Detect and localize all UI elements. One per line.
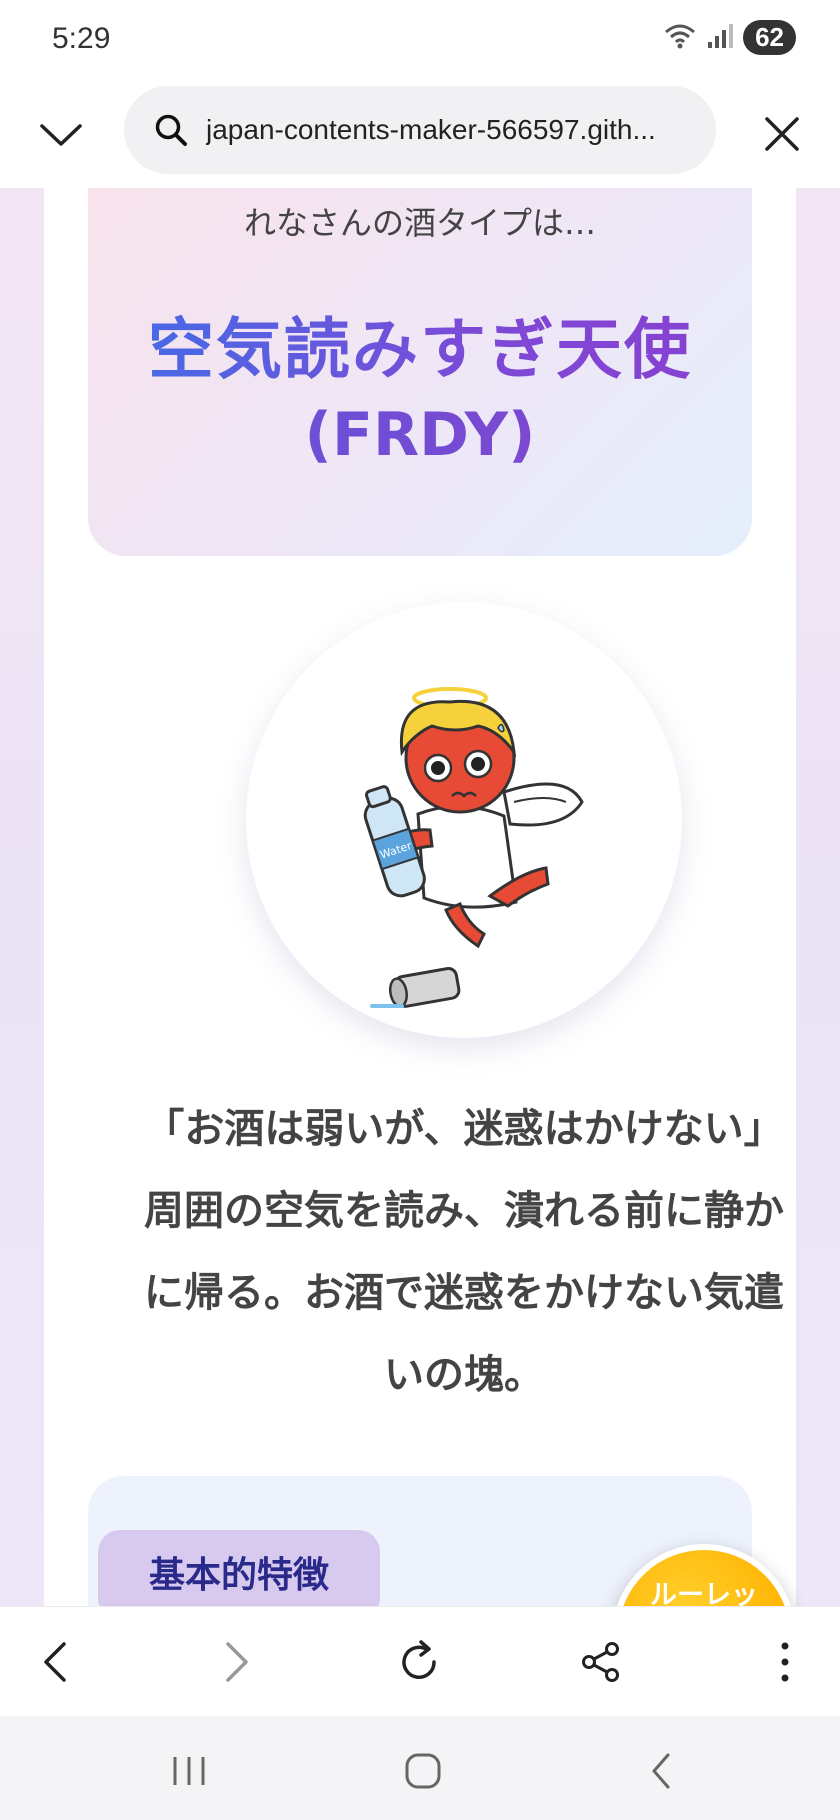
system-navigation-bar	[0, 1716, 840, 1820]
angel-illustration: Water	[363, 687, 584, 1008]
features-heading-label: 基本的特徴	[148, 1555, 329, 1596]
browser-address-bar: japan-contents-maker-566597.gith...	[0, 86, 840, 188]
back-icon[interactable]	[28, 1635, 82, 1689]
signal-icon	[707, 22, 734, 54]
result-code: (FRDY)	[88, 400, 752, 470]
result-header: れなさんの酒タイプは… 空気読みすぎ天使 (FRDY)	[88, 188, 752, 556]
features-heading: 基本的特徴	[98, 1530, 380, 1606]
battery-indicator: 62	[743, 20, 796, 55]
status-icons: 62	[663, 20, 796, 55]
recent-apps-icon[interactable]	[164, 1746, 214, 1796]
browser-toolbar	[0, 1606, 840, 1717]
close-icon[interactable]	[754, 106, 810, 162]
content-card: れなさんの酒タイプは… 空気読みすぎ天使 (FRDY) Water 「お酒は弱い…	[44, 188, 796, 1606]
result-title: 空気読みすぎ天使	[88, 296, 752, 392]
result-intro: れなさんの酒タイプは…	[243, 204, 596, 242]
url-field[interactable]: japan-contents-maker-566597.gith...	[124, 86, 716, 174]
chevron-down-icon[interactable]	[36, 110, 86, 160]
roulette-button-label: ルーレットで遊ぶ	[650, 1580, 758, 1606]
forward-icon[interactable]	[210, 1635, 264, 1689]
nav-back-icon[interactable]	[636, 1746, 686, 1796]
reload-icon[interactable]	[392, 1635, 446, 1689]
result-illustration: Water	[246, 602, 682, 1038]
more-icon[interactable]	[758, 1635, 812, 1689]
result-description: 「お酒は弱いが、迷惑はかけない」周囲の空気を読み、潰れる前に静かに帰る。お酒で迷…	[144, 1106, 784, 1398]
search-icon	[154, 112, 190, 148]
web-page: れなさんの酒タイプは… 空気読みすぎ天使 (FRDY) Water 「お酒は弱い…	[0, 188, 840, 1606]
status-bar: 5:29 62	[0, 0, 840, 86]
share-icon[interactable]	[574, 1635, 628, 1689]
url-text: japan-contents-maker-566597.gith...	[206, 114, 656, 145]
wifi-icon	[663, 22, 697, 54]
home-icon[interactable]	[398, 1746, 448, 1796]
status-time: 5:29	[52, 22, 111, 55]
